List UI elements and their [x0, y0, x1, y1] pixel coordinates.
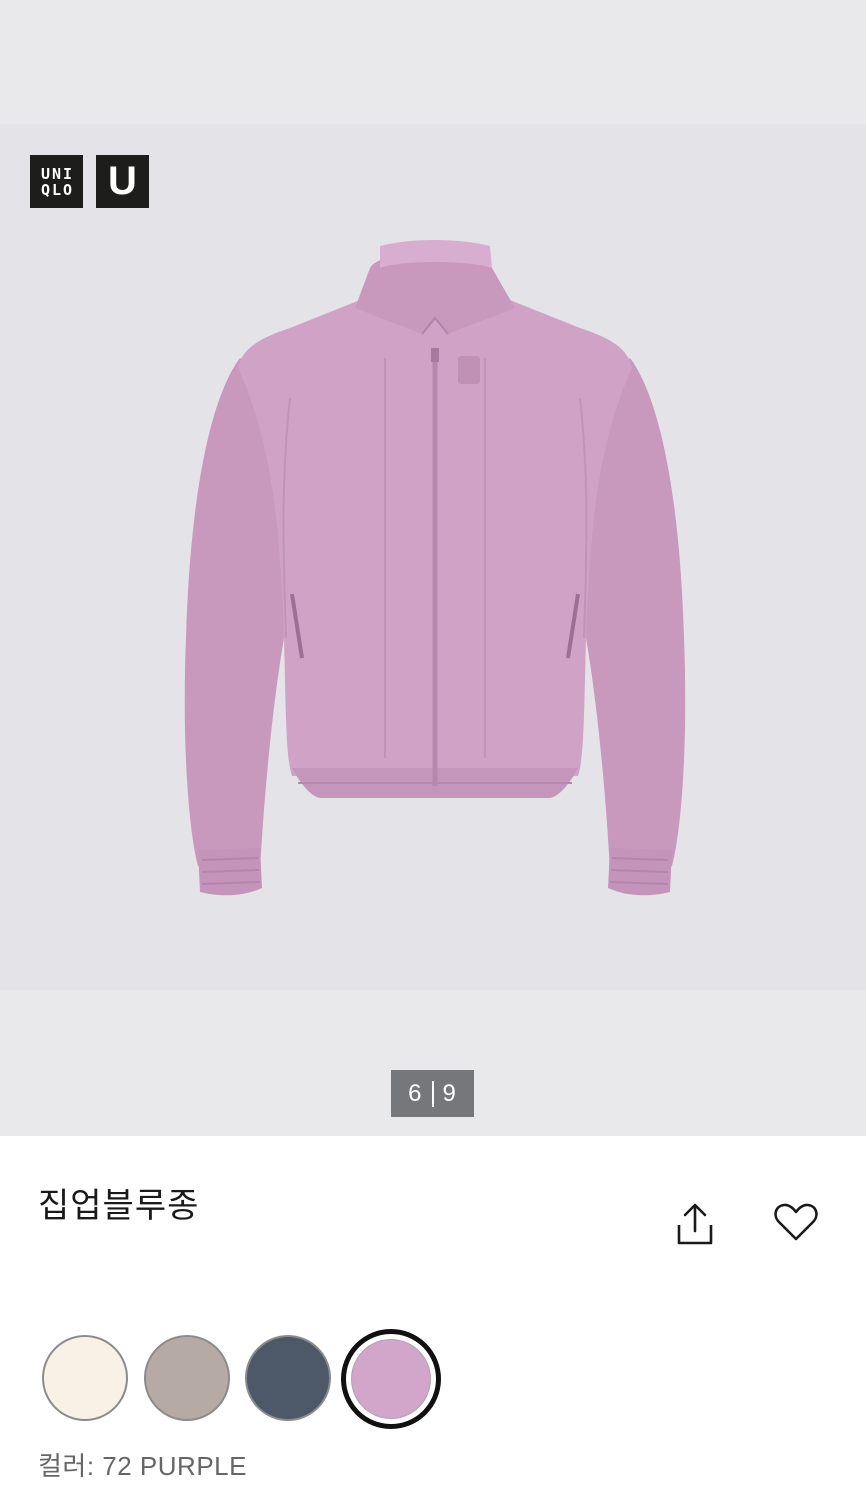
jacket-image — [184, 240, 686, 896]
image-counter-divider — [431, 1080, 434, 1107]
image-counter-current: 6 — [408, 1079, 423, 1107]
uniqlo-logo: UNI QLO — [30, 155, 83, 208]
uniqlo-u-logo: U — [96, 155, 149, 208]
selected-color-label: 컬러: 72 PURPLE — [38, 1451, 247, 1481]
color-swatch-purple-selected[interactable] — [341, 1329, 441, 1429]
image-counter-total: 9 — [442, 1079, 457, 1107]
favorite-button[interactable] — [771, 1197, 821, 1247]
uniqlo-logo-line2: QLO — [40, 180, 75, 199]
color-swatch-purple-fill — [351, 1339, 431, 1419]
color-swatch-beige[interactable] — [144, 1335, 230, 1421]
color-swatches — [38, 1329, 458, 1433]
share-icon — [677, 1203, 713, 1245]
color-swatch-offwhite[interactable] — [42, 1335, 128, 1421]
product-photo[interactable]: UNI QLO U — [0, 124, 866, 990]
color-swatch-navy[interactable] — [245, 1335, 331, 1421]
uniqlo-u-logo-text: U — [108, 159, 137, 203]
product-image-gallery[interactable]: UNI QLO U 6 9 — [0, 0, 866, 1136]
uniqlo-logo-line1: UNI — [40, 164, 75, 183]
product-title: 집업블루종 — [38, 1187, 200, 1225]
brand-logos: UNI QLO U — [30, 155, 149, 208]
heart-icon — [774, 1203, 818, 1241]
share-button[interactable] — [670, 1198, 720, 1248]
image-counter: 6 9 — [391, 1070, 474, 1117]
